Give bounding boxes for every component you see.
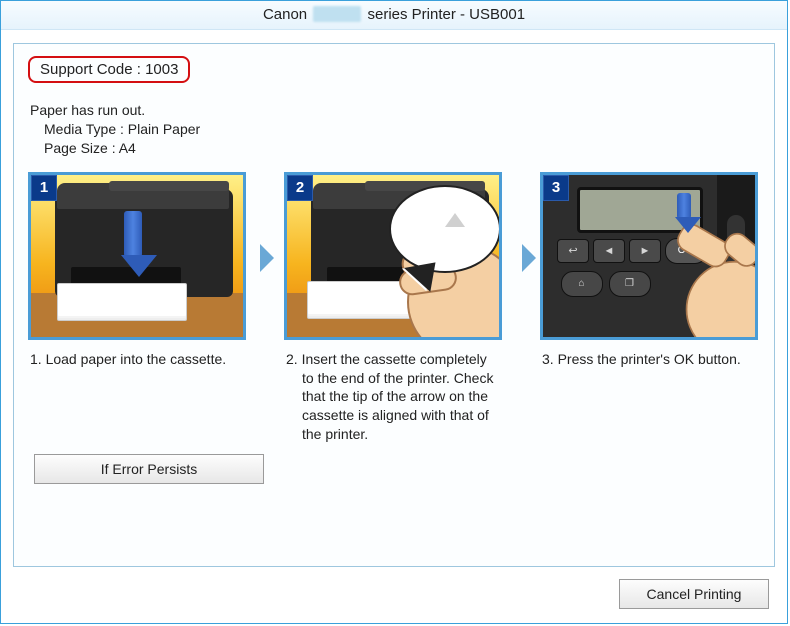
step-3-badge: 3 (543, 175, 569, 201)
support-code-box: Support Code : 1003 (28, 56, 190, 83)
step-1-badge: 1 (31, 175, 57, 201)
steps-row: 1 1. Load paper into the cassette. (28, 172, 760, 444)
title-suffix: series Printer - USB001 (367, 6, 525, 23)
step-3: ↩ ◄ ► OK ⌂ ❐ 3 (540, 172, 760, 369)
support-code-value: 1003 (145, 61, 178, 78)
printer-home-button-icon: ⌂ (561, 271, 603, 297)
dialog-window: Canon series Printer - USB001 Support Co… (0, 0, 788, 624)
step-1: 1 1. Load paper into the cassette. (28, 172, 248, 369)
step-1-caption: 1. Load paper into the cassette. (28, 350, 248, 369)
step-2: 2 2. Insert the cassette completely to t… (284, 172, 504, 444)
error-headline: Paper has run out. (30, 101, 760, 120)
step-2-badge: 2 (287, 175, 313, 201)
step-2-illustration: 2 (284, 172, 502, 340)
step-1-illustration: 1 (28, 172, 246, 340)
cancel-printing-button[interactable]: Cancel Printing (619, 579, 769, 609)
titlebar: Canon series Printer - USB001 (1, 1, 787, 30)
dialog-action-bar: Cancel Printing (619, 579, 769, 609)
printer-back-button-icon: ↩ (557, 239, 589, 263)
title-prefix: Canon (263, 6, 307, 23)
step-arrow-icon (522, 244, 536, 272)
error-message: Paper has run out. Media Type : Plain Pa… (30, 101, 760, 158)
down-arrow-icon (121, 211, 145, 277)
step-2-caption: 2. Insert the cassette completely to the… (284, 350, 504, 444)
step-3-illustration: ↩ ◄ ► OK ⌂ ❐ 3 (540, 172, 758, 340)
printer-right-button-icon: ► (629, 239, 661, 263)
error-media-type: Media Type : Plain Paper (44, 120, 760, 139)
printer-doc-button-icon: ❐ (609, 271, 651, 297)
hand-icon (667, 242, 758, 340)
printer-left-button-icon: ◄ (593, 239, 625, 263)
title-model-redacted (313, 6, 361, 22)
step-arrow-icon (260, 244, 274, 272)
error-persists-row: If Error Persists (28, 450, 760, 484)
error-page-size: Page Size : A4 (44, 139, 760, 158)
support-code-label: Support Code : (40, 61, 145, 78)
step-3-caption: 3. Press the printer's OK button. (540, 350, 760, 369)
down-arrow-icon (675, 193, 693, 233)
if-error-persists-button[interactable]: If Error Persists (34, 454, 264, 484)
content-panel: Support Code : 1003 Paper has run out. M… (13, 43, 775, 567)
